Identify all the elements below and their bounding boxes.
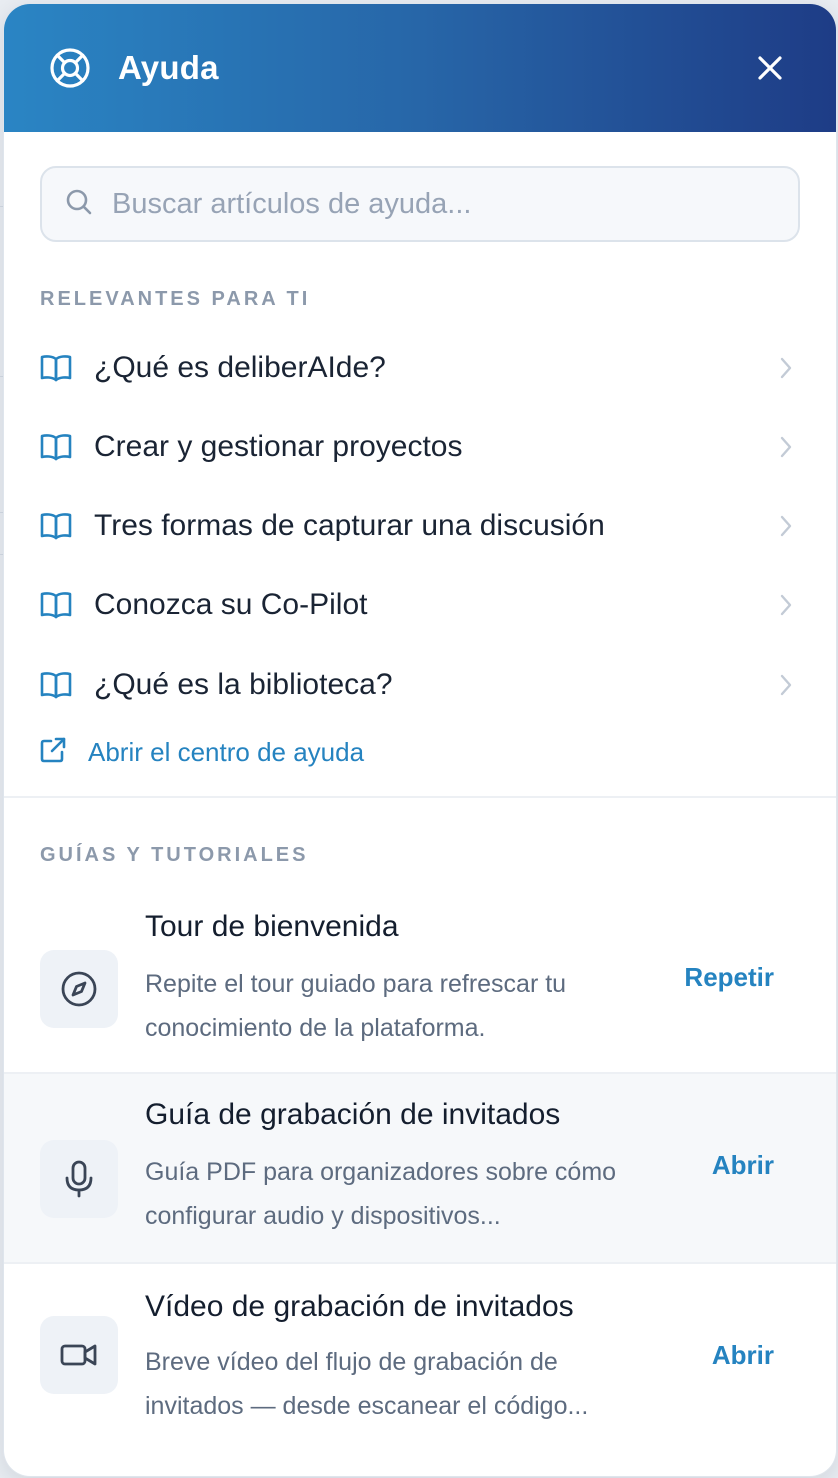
open-help-center-label: Abrir el centro de ayuda bbox=[88, 736, 365, 767]
search-input[interactable] bbox=[112, 187, 772, 221]
article-link[interactable]: Crear y gestionar proyectos bbox=[4, 409, 836, 485]
lifebuoy-icon bbox=[48, 46, 92, 90]
book-icon bbox=[38, 508, 74, 544]
guide-icon-box bbox=[40, 1140, 118, 1218]
guide-description: Repite el tour guiado para refrescar tu … bbox=[145, 970, 567, 1042]
guide-title: Tour de bienvenida bbox=[145, 910, 399, 943]
guide-item-guest-recording-guide: Guía de grabación de invitados Guía PDF … bbox=[4, 1074, 836, 1264]
section-label-guides: GUÍAS Y TUTORIALES bbox=[40, 844, 309, 866]
guide-title: Vídeo de grabación de invitados bbox=[145, 1290, 574, 1323]
article-link[interactable]: ¿Qué es deliberAIde? bbox=[4, 330, 836, 406]
guide-divider bbox=[4, 1262, 836, 1264]
microphone-icon bbox=[65, 1160, 93, 1198]
open-help-center-link[interactable]: Abrir el centro de ayuda bbox=[38, 732, 364, 772]
video-camera-icon bbox=[60, 1344, 97, 1366]
article-label: ¿Qué es deliberAIde? bbox=[94, 351, 386, 384]
book-icon bbox=[38, 587, 74, 623]
close-icon bbox=[758, 56, 782, 80]
compass-icon bbox=[61, 971, 97, 1007]
search-box[interactable] bbox=[40, 166, 800, 242]
guide-icon-box bbox=[40, 950, 118, 1028]
guide-icon-box bbox=[40, 1316, 118, 1394]
guide-item-welcome-tour: Tour de bienvenida Repite el tour guiado… bbox=[4, 884, 836, 1074]
open-video-button[interactable]: Abrir bbox=[712, 1340, 774, 1371]
repeat-tour-button[interactable]: Repetir bbox=[684, 962, 774, 993]
chevron-right-icon bbox=[776, 434, 796, 460]
article-link[interactable]: Conozca su Co-Pilot bbox=[4, 567, 836, 643]
article-label: Crear y gestionar proyectos bbox=[94, 430, 463, 463]
section-divider bbox=[4, 796, 836, 798]
chevron-right-icon bbox=[776, 592, 796, 618]
close-button[interactable] bbox=[748, 46, 792, 90]
chevron-right-icon bbox=[776, 355, 796, 381]
article-link[interactable]: ¿Qué es la biblioteca? bbox=[4, 647, 836, 723]
search-icon bbox=[64, 187, 94, 222]
article-link[interactable]: Tres formas de capturar una discusión bbox=[4, 488, 836, 564]
article-label: ¿Qué es la biblioteca? bbox=[94, 668, 393, 701]
guide-description: Breve vídeo del flujo de grabación de in… bbox=[145, 1348, 589, 1420]
book-icon bbox=[38, 429, 74, 465]
help-header: Ayuda bbox=[4, 4, 836, 132]
external-link-icon bbox=[38, 735, 68, 770]
article-label: Conozca su Co-Pilot bbox=[94, 588, 368, 621]
book-icon bbox=[38, 350, 74, 386]
section-label-relevant: RELEVANTES PARA TI bbox=[40, 288, 311, 310]
chevron-right-icon bbox=[776, 672, 796, 698]
article-label: Tres formas de capturar una discusión bbox=[94, 509, 605, 542]
book-icon bbox=[38, 667, 74, 703]
help-panel: Ayuda RELEVANTES PARA TI ¿Qué es deliber… bbox=[4, 4, 836, 1476]
chevron-right-icon bbox=[776, 513, 796, 539]
guide-item-guest-recording-video: Vídeo de grabación de invitados Breve ví… bbox=[4, 1266, 836, 1456]
guide-description: Guía PDF para organizadores sobre cómo c… bbox=[145, 1158, 617, 1230]
help-title: Ayuda bbox=[118, 49, 219, 86]
open-guide-button[interactable]: Abrir bbox=[712, 1150, 774, 1181]
guide-title: Guía de grabación de invitados bbox=[145, 1098, 561, 1131]
